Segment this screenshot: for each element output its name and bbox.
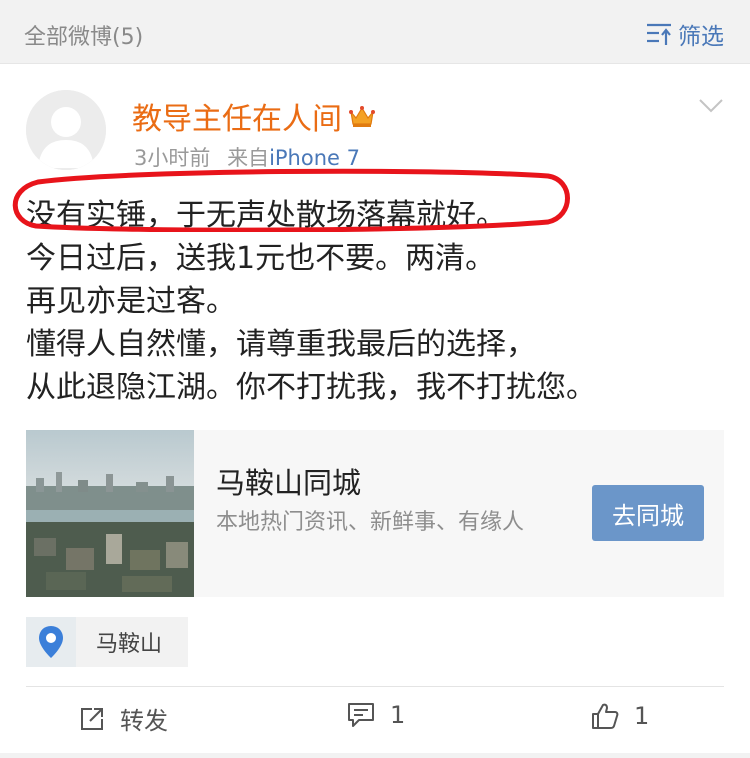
comment-icon [348,703,374,727]
filter-icon [647,23,671,45]
chevron-down-icon[interactable] [698,98,724,114]
repost-button[interactable]: 转发 [78,701,168,736]
crown-icon [349,106,375,127]
city-thumbnail [26,430,194,597]
post-text: 没有实锤，于无声处散场落幕就好。 今日过后，送我1元也不要。两清。 再见亦是过客… [26,194,726,409]
post-time: 3小时前 [134,146,211,170]
post-line: 今日过后，送我1元也不要。两清。 [26,241,496,276]
post-card: 教导主任在人间 3小时前 来自iPhone 7 没有实锤，于无声处散场落幕就好。… [0,63,750,753]
thumbs-up-icon [592,703,619,729]
link-card-description: 本地热门资讯、新鲜事、有缘人 [216,510,525,535]
location-tag[interactable]: 马鞍山 [26,617,188,667]
action-bar: 转发 1 1 [0,687,750,751]
link-card[interactable]: 马鞍山同城 本地热门资讯、新鲜事、有缘人 去同城 [26,430,724,597]
like-button[interactable]: 1 [590,701,649,731]
feed-title: 全部微博(5) [24,25,144,50]
comment-button[interactable]: 1 [346,701,405,729]
location-pin-icon [26,617,76,667]
link-card-title: 马鞍山同城 [216,466,362,500]
avatar[interactable] [26,90,106,170]
top-bar: 全部微博(5) 筛选 [0,0,750,62]
post-line: 没有实锤，于无声处散场落幕就好。 [26,198,506,233]
username-row[interactable]: 教导主任在人间 [132,94,376,138]
filter-label: 筛选 [678,24,724,50]
post-line: 懂得人自然懂，请尊重我最后的选择， [26,327,536,362]
repost-icon [81,707,103,730]
post-line: 再见亦是过客。 [26,284,236,319]
post-line: 从此退隐江湖。你不打扰我，我不打扰您。 [26,370,596,405]
go-city-button[interactable]: 去同城 [592,485,704,541]
post-source[interactable]: iPhone 7 [269,146,360,170]
default-avatar-icon [26,90,106,170]
repost-label: 转发 [120,707,168,735]
username[interactable]: 教导主任在人间 [132,94,342,138]
location-label: 马鞍山 [96,632,163,657]
filter-button[interactable]: 筛选 [646,17,724,51]
post-meta: 3小时前 来自iPhone 7 [134,142,360,172]
like-count: 1 [634,702,650,730]
source-prefix: 来自 [227,146,270,170]
comment-count: 1 [390,701,406,729]
